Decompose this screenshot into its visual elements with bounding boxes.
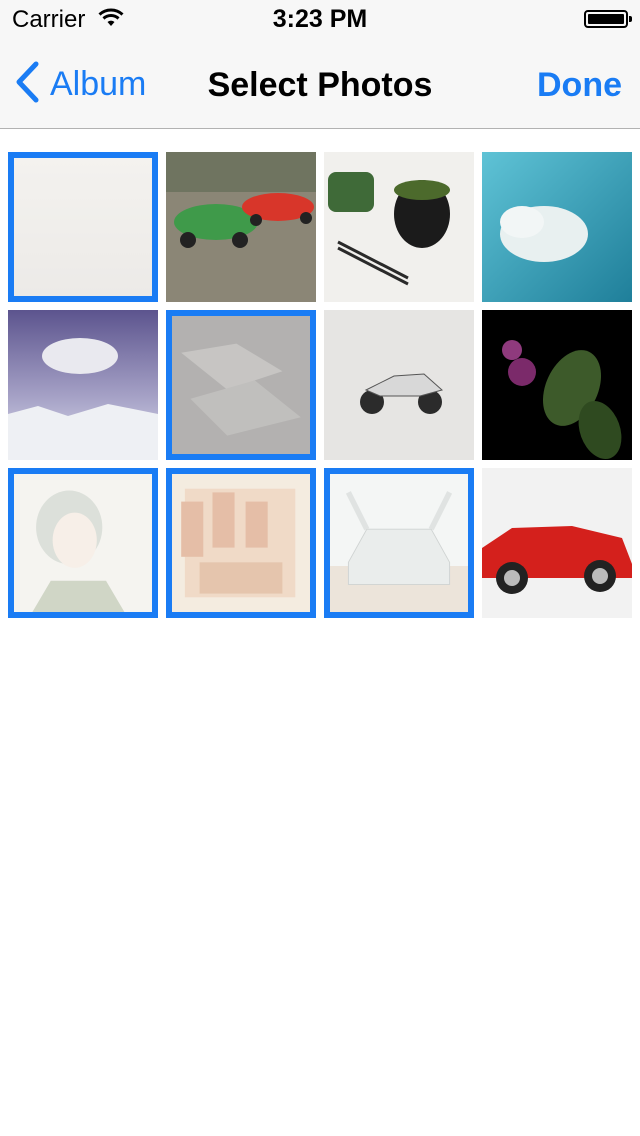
selection-overlay <box>14 474 152 612</box>
photo-thumbnail[interactable] <box>8 310 158 460</box>
photo-thumbnail[interactable] <box>324 310 474 460</box>
photo-thumbnail[interactable] <box>324 152 474 302</box>
photo-image <box>324 152 474 302</box>
photo-image <box>482 468 632 618</box>
photo-image <box>166 152 316 302</box>
photo-thumbnail[interactable] <box>166 310 316 460</box>
battery-icon <box>584 10 632 28</box>
photo-thumbnail[interactable] <box>482 152 632 302</box>
photo-image <box>8 310 158 460</box>
photo-thumbnail[interactable] <box>8 152 158 302</box>
done-button[interactable]: Done <box>537 66 622 105</box>
photo-thumbnail[interactable] <box>166 468 316 618</box>
photo-thumbnail[interactable] <box>166 152 316 302</box>
status-bar: Carrier 3:23 PM <box>0 0 640 40</box>
photo-thumbnail[interactable] <box>324 468 474 618</box>
selection-overlay <box>330 474 468 612</box>
photo-thumbnail[interactable] <box>8 468 158 618</box>
selection-overlay <box>172 474 310 612</box>
photo-thumbnail[interactable] <box>482 310 632 460</box>
photo-image <box>324 310 474 460</box>
selection-overlay <box>172 316 310 454</box>
navigation-bar: Album Select Photos Done <box>0 40 640 129</box>
status-time: 3:23 PM <box>272 5 368 33</box>
photo-image <box>482 152 632 302</box>
selection-overlay <box>14 158 152 296</box>
photo-image <box>482 310 632 460</box>
photo-thumbnail[interactable] <box>482 468 632 618</box>
